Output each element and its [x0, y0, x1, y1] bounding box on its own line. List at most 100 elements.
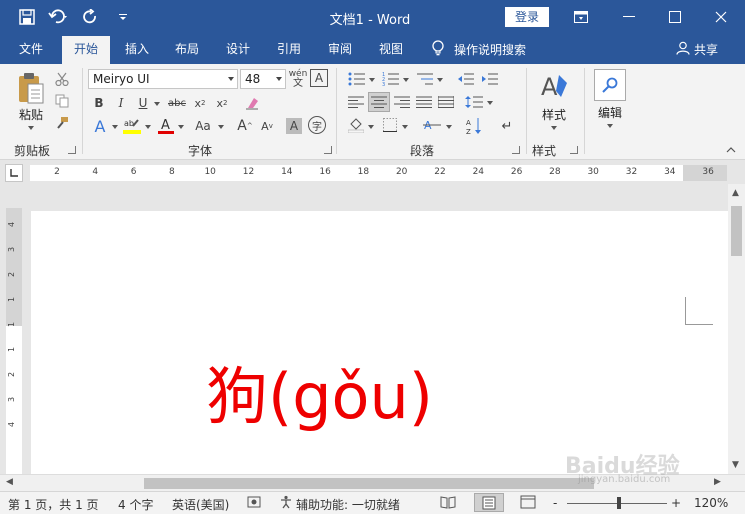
- print-layout-icon[interactable]: [474, 493, 504, 512]
- tab-selector-icon[interactable]: [5, 164, 23, 182]
- editing-label[interactable]: 编辑: [592, 104, 628, 121]
- collapse-ribbon-icon[interactable]: [724, 144, 738, 156]
- change-case-icon[interactable]: Aa: [190, 116, 216, 136]
- tab-view[interactable]: 视图: [368, 34, 414, 64]
- tab-layout[interactable]: 布局: [164, 34, 210, 64]
- tab-review[interactable]: 审阅: [317, 34, 363, 64]
- language-indicator[interactable]: 英语(美国): [172, 496, 229, 513]
- text-effects-icon[interactable]: A: [90, 116, 110, 136]
- tab-references[interactable]: 引用: [266, 34, 312, 64]
- text-effects-dropdown-icon[interactable]: [112, 125, 118, 129]
- clear-formatting-icon[interactable]: [242, 94, 262, 112]
- format-painter-icon[interactable]: [52, 114, 72, 132]
- editing-dropdown-icon[interactable]: [607, 124, 613, 128]
- close-icon[interactable]: [700, 0, 742, 34]
- underline-icon[interactable]: U: [134, 94, 152, 112]
- horizontal-scroll-thumb[interactable]: [144, 478, 594, 489]
- undo-icon[interactable]: [48, 7, 70, 27]
- bold-icon[interactable]: B: [90, 94, 108, 112]
- font-color-dropdown-icon[interactable]: [178, 125, 184, 129]
- strikethrough-icon[interactable]: abc: [166, 94, 188, 112]
- save-icon[interactable]: [16, 7, 38, 27]
- tab-home[interactable]: 开始: [62, 36, 110, 64]
- multilevel-list-icon[interactable]: [414, 70, 436, 88]
- paragraph-launcher-icon[interactable]: [512, 146, 520, 154]
- subscript-icon[interactable]: x2: [191, 94, 209, 112]
- document-page[interactable]: 狗(gǒu): [31, 211, 728, 474]
- superscript-icon[interactable]: x2: [213, 94, 231, 112]
- numbering-icon[interactable]: 123: [380, 70, 402, 88]
- highlight-icon[interactable]: ab: [122, 116, 142, 136]
- bullets-dropdown-icon[interactable]: [369, 78, 375, 82]
- horizontal-ruler[interactable]: 2 4 6 8 10 12 14 16 18 20 22 24 26 28 30 32 34 36: [30, 165, 727, 181]
- italic-icon[interactable]: I: [112, 94, 130, 112]
- increase-indent-icon[interactable]: [480, 70, 500, 88]
- read-mode-icon[interactable]: [440, 495, 456, 512]
- ribbon-display-options-icon[interactable]: [560, 0, 602, 34]
- highlight-dropdown-icon[interactable]: [145, 125, 151, 129]
- scroll-up-icon[interactable]: ▲: [732, 188, 739, 198]
- customize-qat-icon[interactable]: [112, 7, 134, 27]
- borders-icon[interactable]: [380, 116, 400, 134]
- tab-file[interactable]: 文件: [8, 34, 54, 64]
- justify-icon[interactable]: [414, 93, 434, 111]
- vertical-scrollbar[interactable]: ▲ ▼: [728, 184, 745, 474]
- zoom-out-button[interactable]: -: [553, 496, 557, 510]
- multilevel-list-dropdown-icon[interactable]: [437, 78, 443, 82]
- share-button[interactable]: 共享: [676, 34, 718, 64]
- character-shading-icon[interactable]: A: [286, 118, 302, 134]
- align-center-icon[interactable]: [368, 92, 390, 112]
- cut-icon[interactable]: [52, 70, 72, 88]
- font-launcher-icon[interactable]: [324, 146, 332, 154]
- align-right-icon[interactable]: [392, 93, 412, 111]
- copy-icon[interactable]: [52, 92, 72, 110]
- tab-insert[interactable]: 插入: [114, 34, 160, 64]
- find-icon[interactable]: [594, 69, 626, 101]
- align-left-icon[interactable]: [346, 93, 366, 111]
- shrink-font-icon[interactable]: Av: [258, 116, 276, 136]
- distributed-icon[interactable]: [436, 93, 456, 111]
- show-marks-icon[interactable]: ↵: [498, 116, 516, 136]
- change-case-dropdown-icon[interactable]: [218, 125, 224, 129]
- paste-dropdown-icon[interactable]: [28, 126, 34, 130]
- accessibility-icon[interactable]: [279, 495, 293, 512]
- shading-icon[interactable]: [346, 116, 366, 134]
- enclosed-character-icon[interactable]: 字: [308, 116, 326, 134]
- zoom-level[interactable]: 120%: [694, 496, 728, 510]
- styles-label[interactable]: 样式: [536, 106, 572, 123]
- page-count[interactable]: 第 1 页，共 1 页: [8, 496, 99, 513]
- zoom-in-button[interactable]: +: [671, 496, 681, 510]
- scroll-right-icon[interactable]: ▶: [714, 477, 721, 487]
- document-text[interactable]: 狗(gǒu): [206, 357, 433, 437]
- paste-label[interactable]: 粘贴: [14, 106, 48, 123]
- numbering-dropdown-icon[interactable]: [403, 78, 409, 82]
- bullets-icon[interactable]: [346, 70, 368, 88]
- enclose-characters-icon[interactable]: A: [310, 69, 328, 87]
- maximize-icon[interactable]: [654, 0, 696, 34]
- asian-layout-icon[interactable]: A: [420, 116, 444, 134]
- line-spacing-icon[interactable]: [464, 93, 484, 111]
- font-size-combo[interactable]: 48: [240, 69, 286, 89]
- accessibility-status[interactable]: 辅助功能: 一切就绪: [296, 496, 400, 513]
- styles-dropdown-icon[interactable]: [551, 126, 557, 130]
- tell-me-search[interactable]: 操作说明搜索: [432, 34, 526, 64]
- phonetic-guide-button[interactable]: wén 文: [288, 68, 308, 90]
- login-button[interactable]: 登录: [505, 7, 549, 27]
- web-layout-icon[interactable]: [520, 495, 536, 512]
- minimize-icon[interactable]: [608, 0, 650, 34]
- clipboard-launcher-icon[interactable]: [68, 146, 76, 154]
- zoom-slider-thumb[interactable]: [617, 497, 621, 509]
- scroll-left-icon[interactable]: ◀: [6, 477, 13, 487]
- font-color-icon[interactable]: A: [156, 116, 176, 136]
- redo-icon[interactable]: [80, 7, 102, 27]
- line-spacing-dropdown-icon[interactable]: [487, 101, 493, 105]
- tab-design[interactable]: 设计: [215, 34, 261, 64]
- underline-dropdown-icon[interactable]: [154, 102, 160, 106]
- macro-record-icon[interactable]: [247, 495, 261, 512]
- decrease-indent-icon[interactable]: [456, 70, 476, 88]
- borders-dropdown-icon[interactable]: [402, 125, 408, 129]
- styles-icon[interactable]: A: [538, 70, 570, 102]
- grow-font-icon[interactable]: A ^: [236, 116, 254, 136]
- shading-dropdown-icon[interactable]: [368, 125, 374, 129]
- sort-icon[interactable]: AZ: [464, 116, 484, 136]
